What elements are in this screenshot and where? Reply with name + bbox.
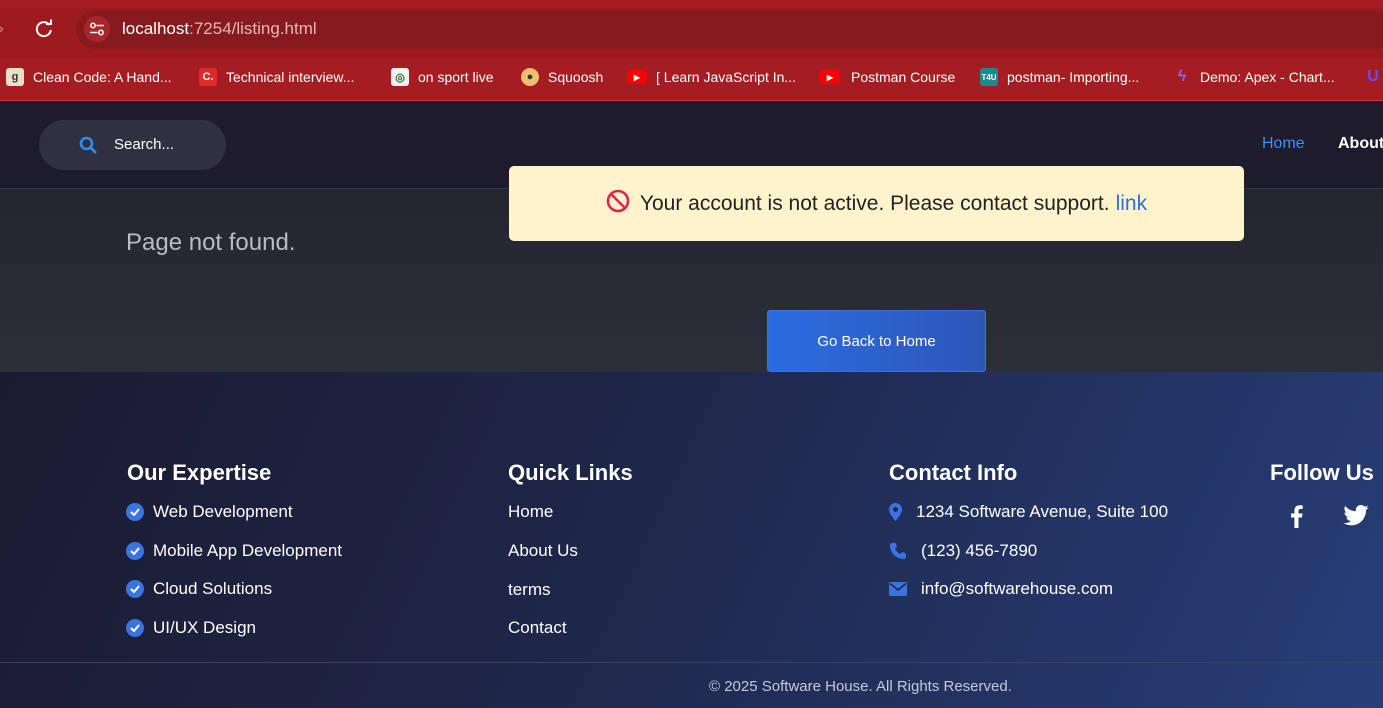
check-circle-icon (126, 580, 144, 598)
prohibited-icon (606, 189, 630, 219)
bookmark-label: [ Learn JavaScript In... (656, 69, 797, 85)
bookmark-item[interactable]: ● Squoosh (521, 67, 603, 87)
search-placeholder: Search... (114, 136, 175, 153)
bookmark-item[interactable]: C. Technical interview... (199, 67, 354, 87)
apex-icon: ϟ (1177, 68, 1187, 85)
expertise-item: Cloud Solutions (126, 579, 272, 599)
url-path: :7254/listing.html (189, 19, 317, 38)
overflow-bookmark-icon: U (1367, 68, 1379, 85)
contact-phone: (123) 456-7890 (889, 541, 1037, 561)
back-arrow-icon[interactable]: › (0, 19, 4, 38)
alert-message: Your account is not active. Please conta… (639, 191, 1110, 215)
quick-links-title: Quick Links (508, 460, 633, 485)
contact-address-text: 1234 Software Avenue, Suite 100 (916, 502, 1169, 521)
phone-icon (889, 542, 907, 560)
contact-email-text: info@softwarehouse.com (921, 579, 1114, 598)
expertise-label: Mobile App Development (153, 541, 343, 560)
url-host: localhost (122, 19, 190, 38)
expertise-label: Web Development (153, 502, 293, 521)
facebook-icon[interactable] (1288, 504, 1304, 532)
expertise-label: UI/UX Design (153, 618, 256, 637)
bookmark-label: Squoosh (548, 69, 604, 85)
bookmark-item[interactable]: ▶ [ Learn JavaScript In... (627, 67, 796, 87)
bookmark-label: Demo: Apex - Chart... (1200, 69, 1335, 85)
search-input[interactable]: Search... (39, 120, 226, 170)
page-not-found-text: Page not found. (126, 229, 296, 256)
expertise-item: Web Development (126, 502, 293, 522)
sport-icon: ◎ (391, 68, 409, 86)
bookmark-label: Clean Code: A Hand... (33, 69, 172, 85)
bookmark-item[interactable]: U (1364, 67, 1383, 87)
support-link[interactable]: link (1116, 192, 1148, 216)
bookmark-label: Postman Course (851, 69, 956, 85)
squoosh-icon: ● (521, 68, 539, 86)
account-inactive-alert: Your account is not active. Please conta… (509, 166, 1244, 241)
copyright-text: © 2025 Software House. All Rights Reserv… (709, 678, 1012, 695)
goodreads-icon: g (6, 68, 24, 86)
footer-link-contact[interactable]: Contact (508, 618, 567, 638)
envelope-icon (889, 582, 907, 596)
nav-home-link[interactable]: Home (1262, 135, 1305, 153)
follow-us-title: Follow Us (1270, 460, 1374, 485)
bookmark-label: Technical interview... (226, 69, 355, 85)
expertise-item: Mobile App Development (126, 541, 342, 561)
url-text[interactable]: localhost:7254/listing.html (122, 19, 317, 39)
check-circle-icon (126, 542, 144, 560)
check-circle-icon (126, 619, 144, 637)
go-back-home-button[interactable]: Go Back to Home (767, 310, 986, 372)
site-info-icon[interactable] (84, 16, 110, 42)
footer-link-about[interactable]: About Us (508, 541, 578, 561)
browser-top-edge (0, 0, 1383, 8)
site-footer: Our Expertise Web Development Mobile App… (0, 372, 1383, 708)
contact-email[interactable]: info@softwarehouse.com (889, 579, 1113, 599)
bookmark-label: postman- Importing... (1007, 69, 1140, 85)
bookmark-label: on sport live (418, 69, 494, 85)
expertise-item: UI/UX Design (126, 618, 256, 638)
check-circle-icon (126, 503, 144, 521)
bookmark-item[interactable]: T4U postman- Importing... (980, 67, 1139, 87)
bookmark-item[interactable]: ϟ Demo: Apex - Chart... (1173, 67, 1335, 87)
expertise-title: Our Expertise (127, 460, 272, 485)
footer-divider (0, 662, 1383, 663)
contact-phone-text: (123) 456-7890 (921, 541, 1038, 560)
bookmark-item[interactable]: ◎ on sport live (391, 67, 493, 87)
search-icon (79, 136, 97, 158)
expertise-label: Cloud Solutions (153, 579, 273, 598)
t4u-icon: T4U (980, 68, 998, 86)
contact-info-title: Contact Info (889, 460, 1018, 485)
bookmark-item[interactable]: ▶ Postman Course (820, 67, 955, 87)
youtube-icon: ▶ (627, 70, 647, 84)
footer-link-terms[interactable]: terms (508, 580, 551, 600)
bookmarks-bar: g Clean Code: A Hand... C. Technical inter… (0, 59, 1383, 101)
reload-icon[interactable] (31, 16, 57, 42)
twitter-icon[interactable] (1343, 505, 1369, 530)
contact-address: 1234 Software Avenue, Suite 100 (889, 502, 1168, 522)
nav-about-link[interactable]: About (1338, 135, 1383, 153)
bookmark-item[interactable]: g Clean Code: A Hand... (6, 67, 172, 87)
map-pin-icon (889, 503, 902, 521)
youtube-icon: ▶ (820, 70, 840, 84)
footer-link-home[interactable]: Home (508, 502, 553, 522)
c-icon: C. (199, 68, 217, 86)
